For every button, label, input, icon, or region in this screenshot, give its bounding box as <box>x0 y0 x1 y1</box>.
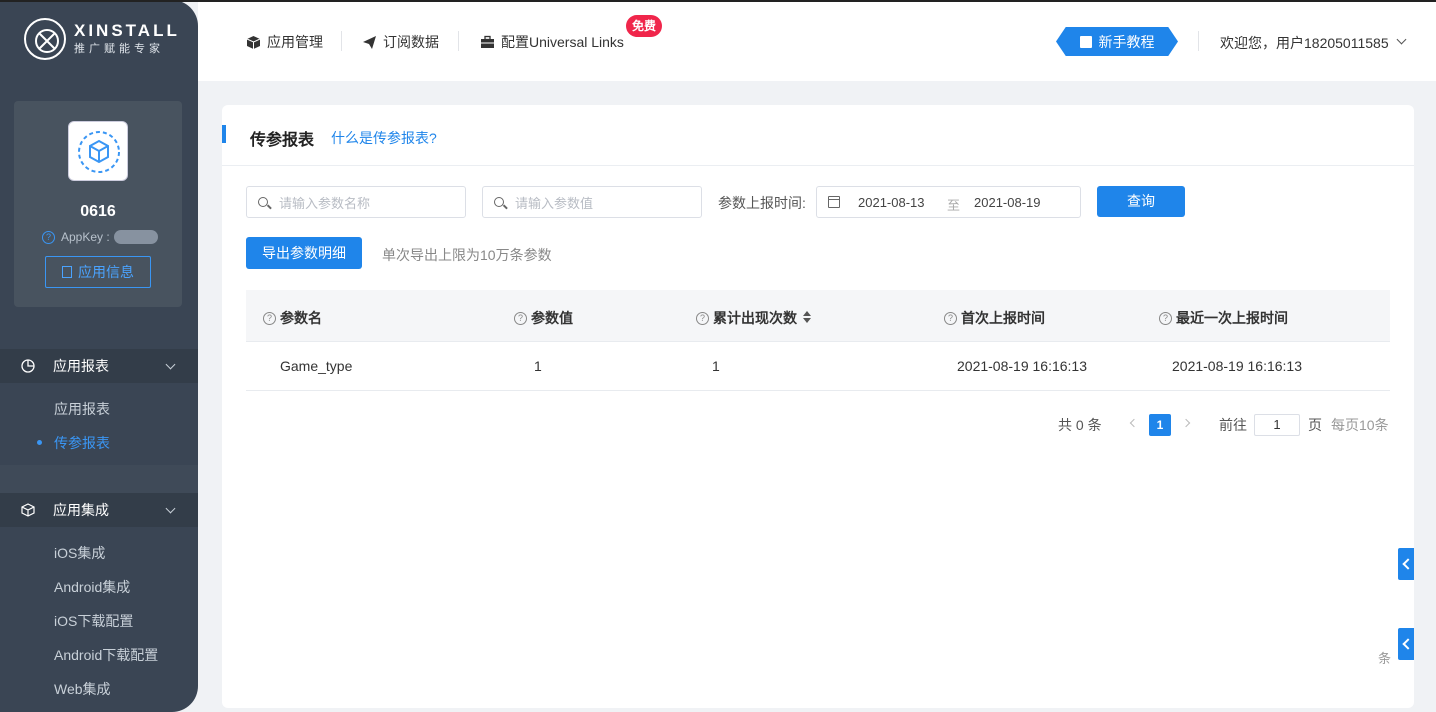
page-title: 传参报表 <box>250 132 315 149</box>
pie-chart-icon <box>21 359 35 373</box>
page-unit-label: 页 <box>1308 417 1322 433</box>
title-accent-bar <box>222 125 226 143</box>
top-header: 应用管理 订阅数据 配置Universal Links 免费 新手教程 欢迎您，… <box>198 2 1436 81</box>
stray-label: 条 <box>1378 651 1392 666</box>
cell-last-time: 2021-08-19 16:16:13 <box>1172 358 1302 374</box>
sidebar-item-web[interactable]: Web集成 <box>54 679 111 699</box>
query-button[interactable]: 查询 <box>1097 186 1185 217</box>
xinstall-logo-icon <box>24 18 66 60</box>
box-icon <box>246 35 261 49</box>
column-header-param-name: ? 参数名 <box>263 308 322 328</box>
cell-first-time: 2021-08-19 16:16:13 <box>957 358 1087 374</box>
app-card: 0616 ? AppKey : 应用信息 <box>14 101 182 307</box>
date-range-picker[interactable]: 2021-08-13 至 2021-08-19 <box>816 186 1081 218</box>
logo[interactable]: XINSTALL 推广赋能专家 <box>24 18 180 60</box>
search-icon <box>258 197 268 207</box>
paper-plane-icon <box>363 35 376 49</box>
chevron-down-icon[interactable] <box>1396 34 1407 45</box>
briefcase-icon <box>481 35 494 48</box>
column-header-param-value: ? 参数值 <box>514 308 573 328</box>
column-header-count[interactable]: ? 累计出现次数 <box>696 308 813 328</box>
page-number-current[interactable]: 1 <box>1149 414 1171 436</box>
param-report-card: 传参报表 什么是传参报表? 请输入参数名称 请输入参数值 参数上报时间: 202… <box>222 105 1414 708</box>
appkey-label: AppKey : <box>61 230 110 244</box>
goto-page-input[interactable]: 1 <box>1254 414 1300 436</box>
sidebar: XINSTALL 推广赋能专家 0616 ? AppKey : 应用信息 应用报… <box>0 0 198 712</box>
logo-subtitle: 推广赋能专家 <box>74 43 164 55</box>
app-name: 0616 <box>80 203 116 220</box>
question-icon[interactable]: ? <box>263 311 276 325</box>
report-time-label: 参数上报时间: <box>718 195 806 211</box>
nav-divider <box>341 31 342 51</box>
appkey: ? AppKey : <box>42 230 158 244</box>
appkey-masked-value <box>113 230 158 244</box>
nav-app-management[interactable]: 应用管理 <box>246 32 323 52</box>
document-icon <box>62 266 72 278</box>
app-info-button[interactable]: 应用信息 <box>45 256 151 288</box>
logo-title: XINSTALL <box>74 21 180 40</box>
sidebar-item-android[interactable]: Android集成 <box>54 577 130 597</box>
help-link[interactable]: 什么是传参报表? <box>331 128 437 148</box>
pagination-total: 共 0 条 <box>1058 417 1102 433</box>
nav-divider <box>1198 31 1199 51</box>
param-name-placeholder: 请输入参数名称 <box>279 195 371 211</box>
search-icon <box>494 197 504 207</box>
menu-group-app-integration[interactable]: 应用集成 <box>0 493 198 527</box>
param-value-search-input[interactable]: 请输入参数值 <box>482 186 702 218</box>
menu-group-app-report[interactable]: 应用报表 <box>0 349 198 383</box>
cube-icon <box>21 503 35 517</box>
param-value-placeholder: 请输入参数值 <box>515 195 594 211</box>
table-header: ? 参数名 ? 参数值 ? 累计出现次数 ? 首次上报时间 ? 最近一次上报时间 <box>246 290 1390 342</box>
date-separator: 至 <box>947 198 961 213</box>
free-badge: 免费 <box>626 15 662 37</box>
param-name-search-input[interactable]: 请输入参数名称 <box>246 186 466 218</box>
question-icon[interactable]: ? <box>696 311 709 325</box>
date-end[interactable]: 2021-08-19 <box>974 195 1041 210</box>
nav-divider <box>458 31 459 51</box>
user-menu[interactable]: 欢迎您，用户18205011585 <box>1220 33 1389 53</box>
window-top-border <box>0 0 1436 2</box>
tutorial-button[interactable]: 新手教程 <box>1056 27 1178 56</box>
sidebar-item-ios[interactable]: iOS集成 <box>54 543 105 563</box>
collapse-panel-tab-icon[interactable] <box>1398 628 1414 660</box>
export-button[interactable]: 导出参数明细 <box>246 237 362 269</box>
page-size-label[interactable]: 每页10条 <box>1331 415 1389 435</box>
nav-universal-links[interactable]: 配置Universal Links <box>480 32 624 52</box>
column-header-last-time: ? 最近一次上报时间 <box>1159 308 1288 328</box>
sidebar-item-ios-download[interactable]: iOS下载配置 <box>54 611 133 631</box>
collapse-panel-tab-icon[interactable] <box>1398 548 1414 580</box>
cell-param-name: Game_type <box>280 358 353 374</box>
chevron-down-icon <box>165 503 176 514</box>
prev-page-icon[interactable] <box>1129 418 1139 428</box>
chevron-down-icon <box>165 359 176 370</box>
app-icon <box>68 121 128 181</box>
date-start[interactable]: 2021-08-13 <box>858 195 925 210</box>
sidebar-item-app-report[interactable]: 应用报表 <box>54 399 110 419</box>
column-header-first-time: ? 首次上报时间 <box>944 308 1045 328</box>
sidebar-item-android-download[interactable]: Android下载配置 <box>54 645 158 665</box>
question-icon[interactable]: ? <box>42 230 55 244</box>
cell-param-value: 1 <box>534 358 542 374</box>
sidebar-item-param-report[interactable]: 传参报表 <box>37 433 110 453</box>
goto-label: 前往 <box>1219 417 1247 433</box>
question-icon[interactable]: ? <box>1159 311 1172 325</box>
sidebar-separator <box>0 465 198 493</box>
table-row: Game_type 1 1 2021-08-19 16:16:13 2021-0… <box>246 343 1390 391</box>
next-page-icon[interactable] <box>1181 418 1191 428</box>
calendar-icon <box>828 196 840 208</box>
cell-count: 1 <box>712 358 720 374</box>
book-icon <box>1079 35 1092 48</box>
question-icon[interactable]: ? <box>944 311 957 325</box>
nav-subscribe-data[interactable]: 订阅数据 <box>362 32 439 52</box>
question-icon[interactable]: ? <box>514 311 527 325</box>
sort-icon[interactable] <box>803 311 813 325</box>
export-note: 单次导出上限为10万条参数 <box>382 247 552 263</box>
divider <box>222 165 1414 166</box>
